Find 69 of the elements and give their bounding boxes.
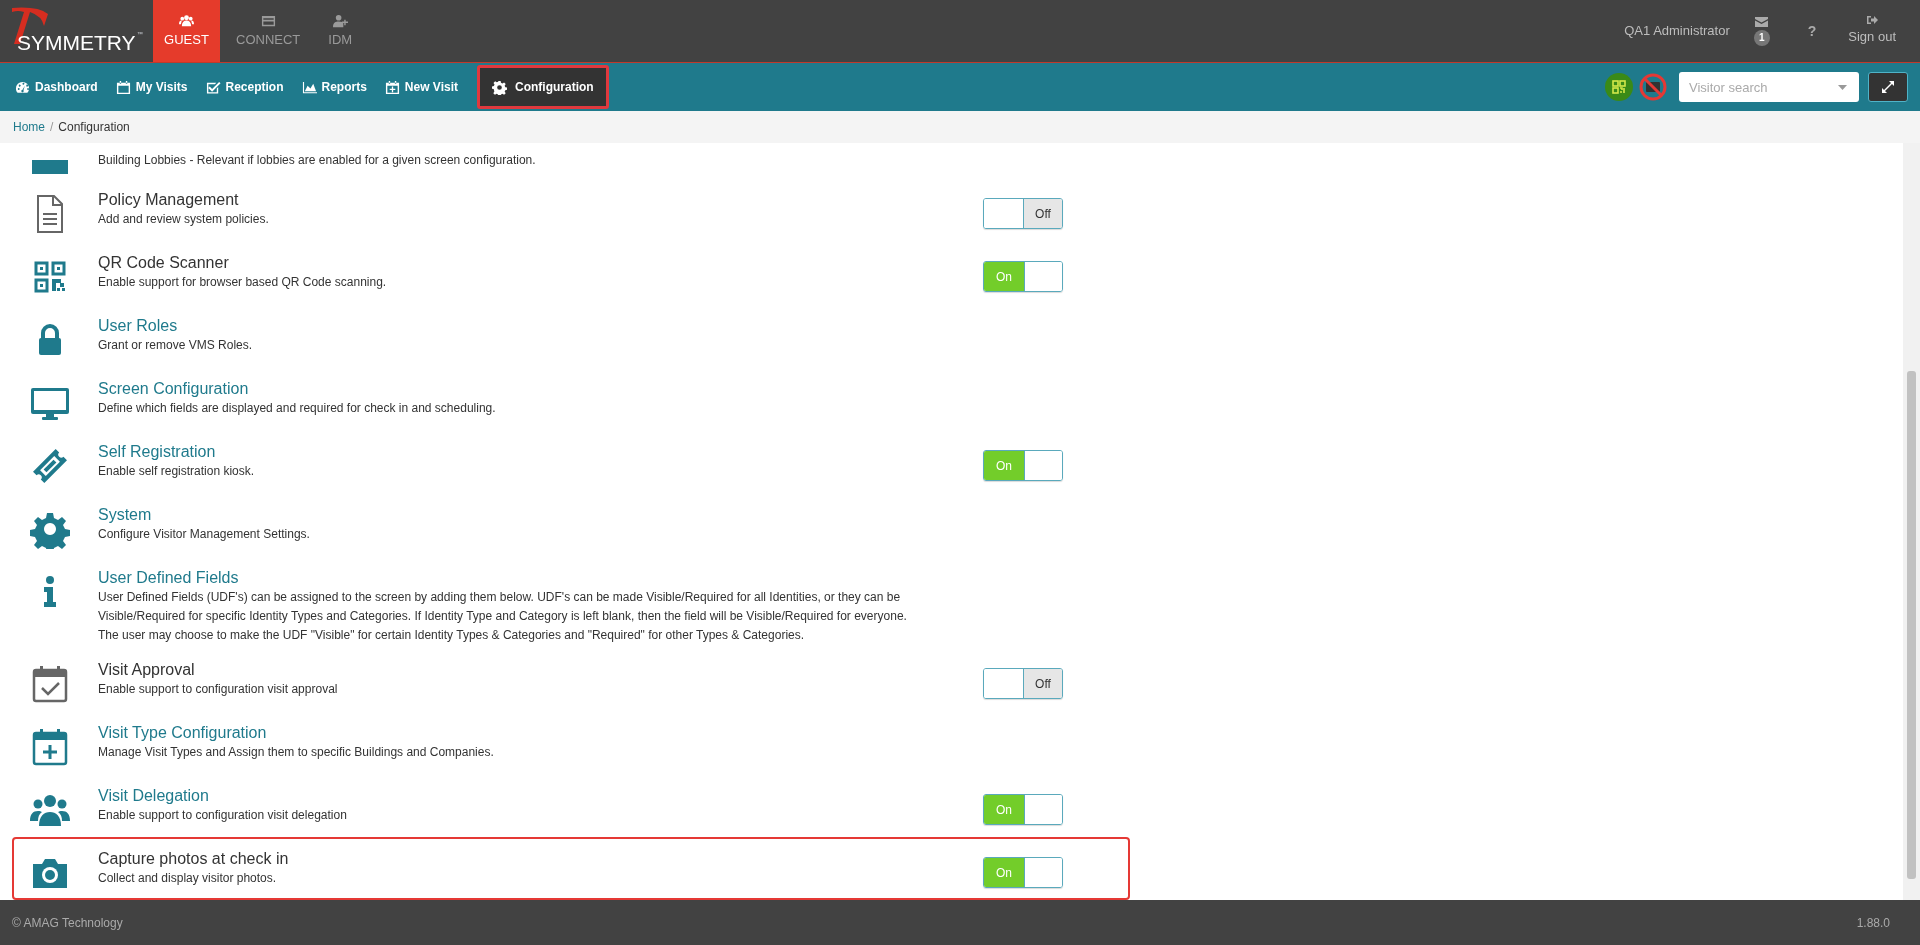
help-button[interactable]: ? xyxy=(1807,20,1817,42)
nav-tab[interactable]: Configuration xyxy=(477,65,609,109)
breadcrumb-separator: / xyxy=(49,119,55,136)
gauge-icon xyxy=(15,79,30,95)
calendar-icon xyxy=(115,79,131,95)
fullscreen-button[interactable] xyxy=(1868,72,1908,102)
brand-name: SYMMETRY xyxy=(17,30,136,56)
calendar-plus-icon xyxy=(384,79,400,95)
user-plus-icon xyxy=(332,14,348,29)
calendar-check-icon xyxy=(30,664,70,704)
dropdown-caret-icon xyxy=(1838,85,1847,90)
toggle-switch[interactable]: Off xyxy=(983,668,1063,699)
qr-code-icon xyxy=(1612,80,1626,94)
setting-link[interactable]: System xyxy=(98,505,983,525)
nav-tab[interactable]: New Visit xyxy=(377,65,465,109)
area-chart-icon xyxy=(301,79,317,95)
module-tab[interactable]: IDM xyxy=(314,0,367,62)
nav-tab[interactable]: Reception xyxy=(198,65,291,109)
nav-tab[interactable]: My Visits xyxy=(108,65,195,109)
setting-description: Building Lobbies - Relevant if lobbies are enabled for a given screen configuration. xyxy=(98,152,537,169)
card-icon xyxy=(260,14,276,29)
calendar-plus-icon xyxy=(30,727,70,767)
setting-description: Manage Visit Types and Assign them to specific Buildings and Companies. xyxy=(98,744,495,761)
visitor-search-field[interactable]: Visitor search xyxy=(1679,72,1859,102)
copyright-text: © AMAG Technology xyxy=(12,914,123,932)
setting-description: User Defined Fields (UDF's) can be assigned to the screen by adding them below. UDF's can be made Visible/Required for all Identities, or they can be Visible/Required for specific Identity Types and Categories. If Identity Type and Category is left blank, then the field will be Visible/Required for everyone. The user may choose to make the UDF "Visible" for certain Identity Types & Categories and "Required" for other Types & Categories. xyxy=(98,589,908,644)
setting-description: Grant or remove VMS Roles. xyxy=(98,337,254,354)
module-tab[interactable]: CONNECT xyxy=(222,0,315,62)
setting-description: Enable support for browser based QR Code scanning. xyxy=(98,274,388,291)
checkbox-icon xyxy=(205,79,221,95)
setting-link[interactable]: Visit Delegation xyxy=(98,786,983,806)
people-icon xyxy=(179,14,194,29)
ticket-icon xyxy=(30,446,70,486)
scrollbar-thumb[interactable] xyxy=(1907,371,1916,879)
nav-tab[interactable]: Reports xyxy=(294,65,374,109)
sign-out-icon xyxy=(1866,15,1878,26)
nav-tab[interactable]: Dashboard xyxy=(8,65,105,109)
setting-description: Define which fields are displayed and required for check in and scheduling. xyxy=(98,400,497,417)
gear-icon xyxy=(492,79,507,95)
messages-button[interactable]: 1 xyxy=(1749,16,1774,46)
setting-description: Add and review system policies. xyxy=(98,211,270,228)
breadcrumb-link[interactable]: Home xyxy=(13,118,45,136)
module-tab[interactable]: GUEST xyxy=(153,0,220,62)
setting-link[interactable]: Self Registration xyxy=(98,442,983,462)
scrollbar[interactable] xyxy=(1903,143,1920,900)
qr-scanner-button[interactable] xyxy=(1605,73,1633,101)
expand-icon xyxy=(1882,81,1894,93)
envelope-icon xyxy=(1755,16,1769,27)
setting-description: Enable support to configuration visit approval xyxy=(98,681,339,698)
setting-title: Visit Approval xyxy=(98,660,196,680)
setting-description: Configure Visitor Management Settings. xyxy=(98,526,311,543)
setting-title: Policy Management xyxy=(98,190,240,210)
setting-link[interactable]: User Defined Fields xyxy=(98,568,983,588)
version-text: 1.88.0 xyxy=(1856,914,1891,932)
sign-out-button[interactable]: Sign out xyxy=(1848,15,1896,47)
toggle-switch[interactable]: Off xyxy=(983,198,1063,229)
setting-link[interactable]: Visit Type Configuration xyxy=(98,723,983,743)
setting-description: Collect and display visitor photos. xyxy=(98,870,278,887)
building-icon xyxy=(30,160,70,174)
setting-title: Capture photos at check in xyxy=(98,849,290,869)
message-count-badge: 1 xyxy=(1753,29,1770,46)
setting-description: Enable support to configuration visit delegation xyxy=(98,807,348,824)
breadcrumb-current: Configuration xyxy=(58,119,130,136)
user-name[interactable]: QA1 Administrator xyxy=(1624,21,1730,41)
setting-title: QR Code Scanner xyxy=(98,253,230,273)
setting-link[interactable]: User Roles xyxy=(98,316,983,336)
setting-description: Enable self registration kiosk. xyxy=(98,463,256,480)
no-card-icon xyxy=(1639,73,1667,101)
setting-link[interactable]: Screen Configuration xyxy=(98,379,983,399)
